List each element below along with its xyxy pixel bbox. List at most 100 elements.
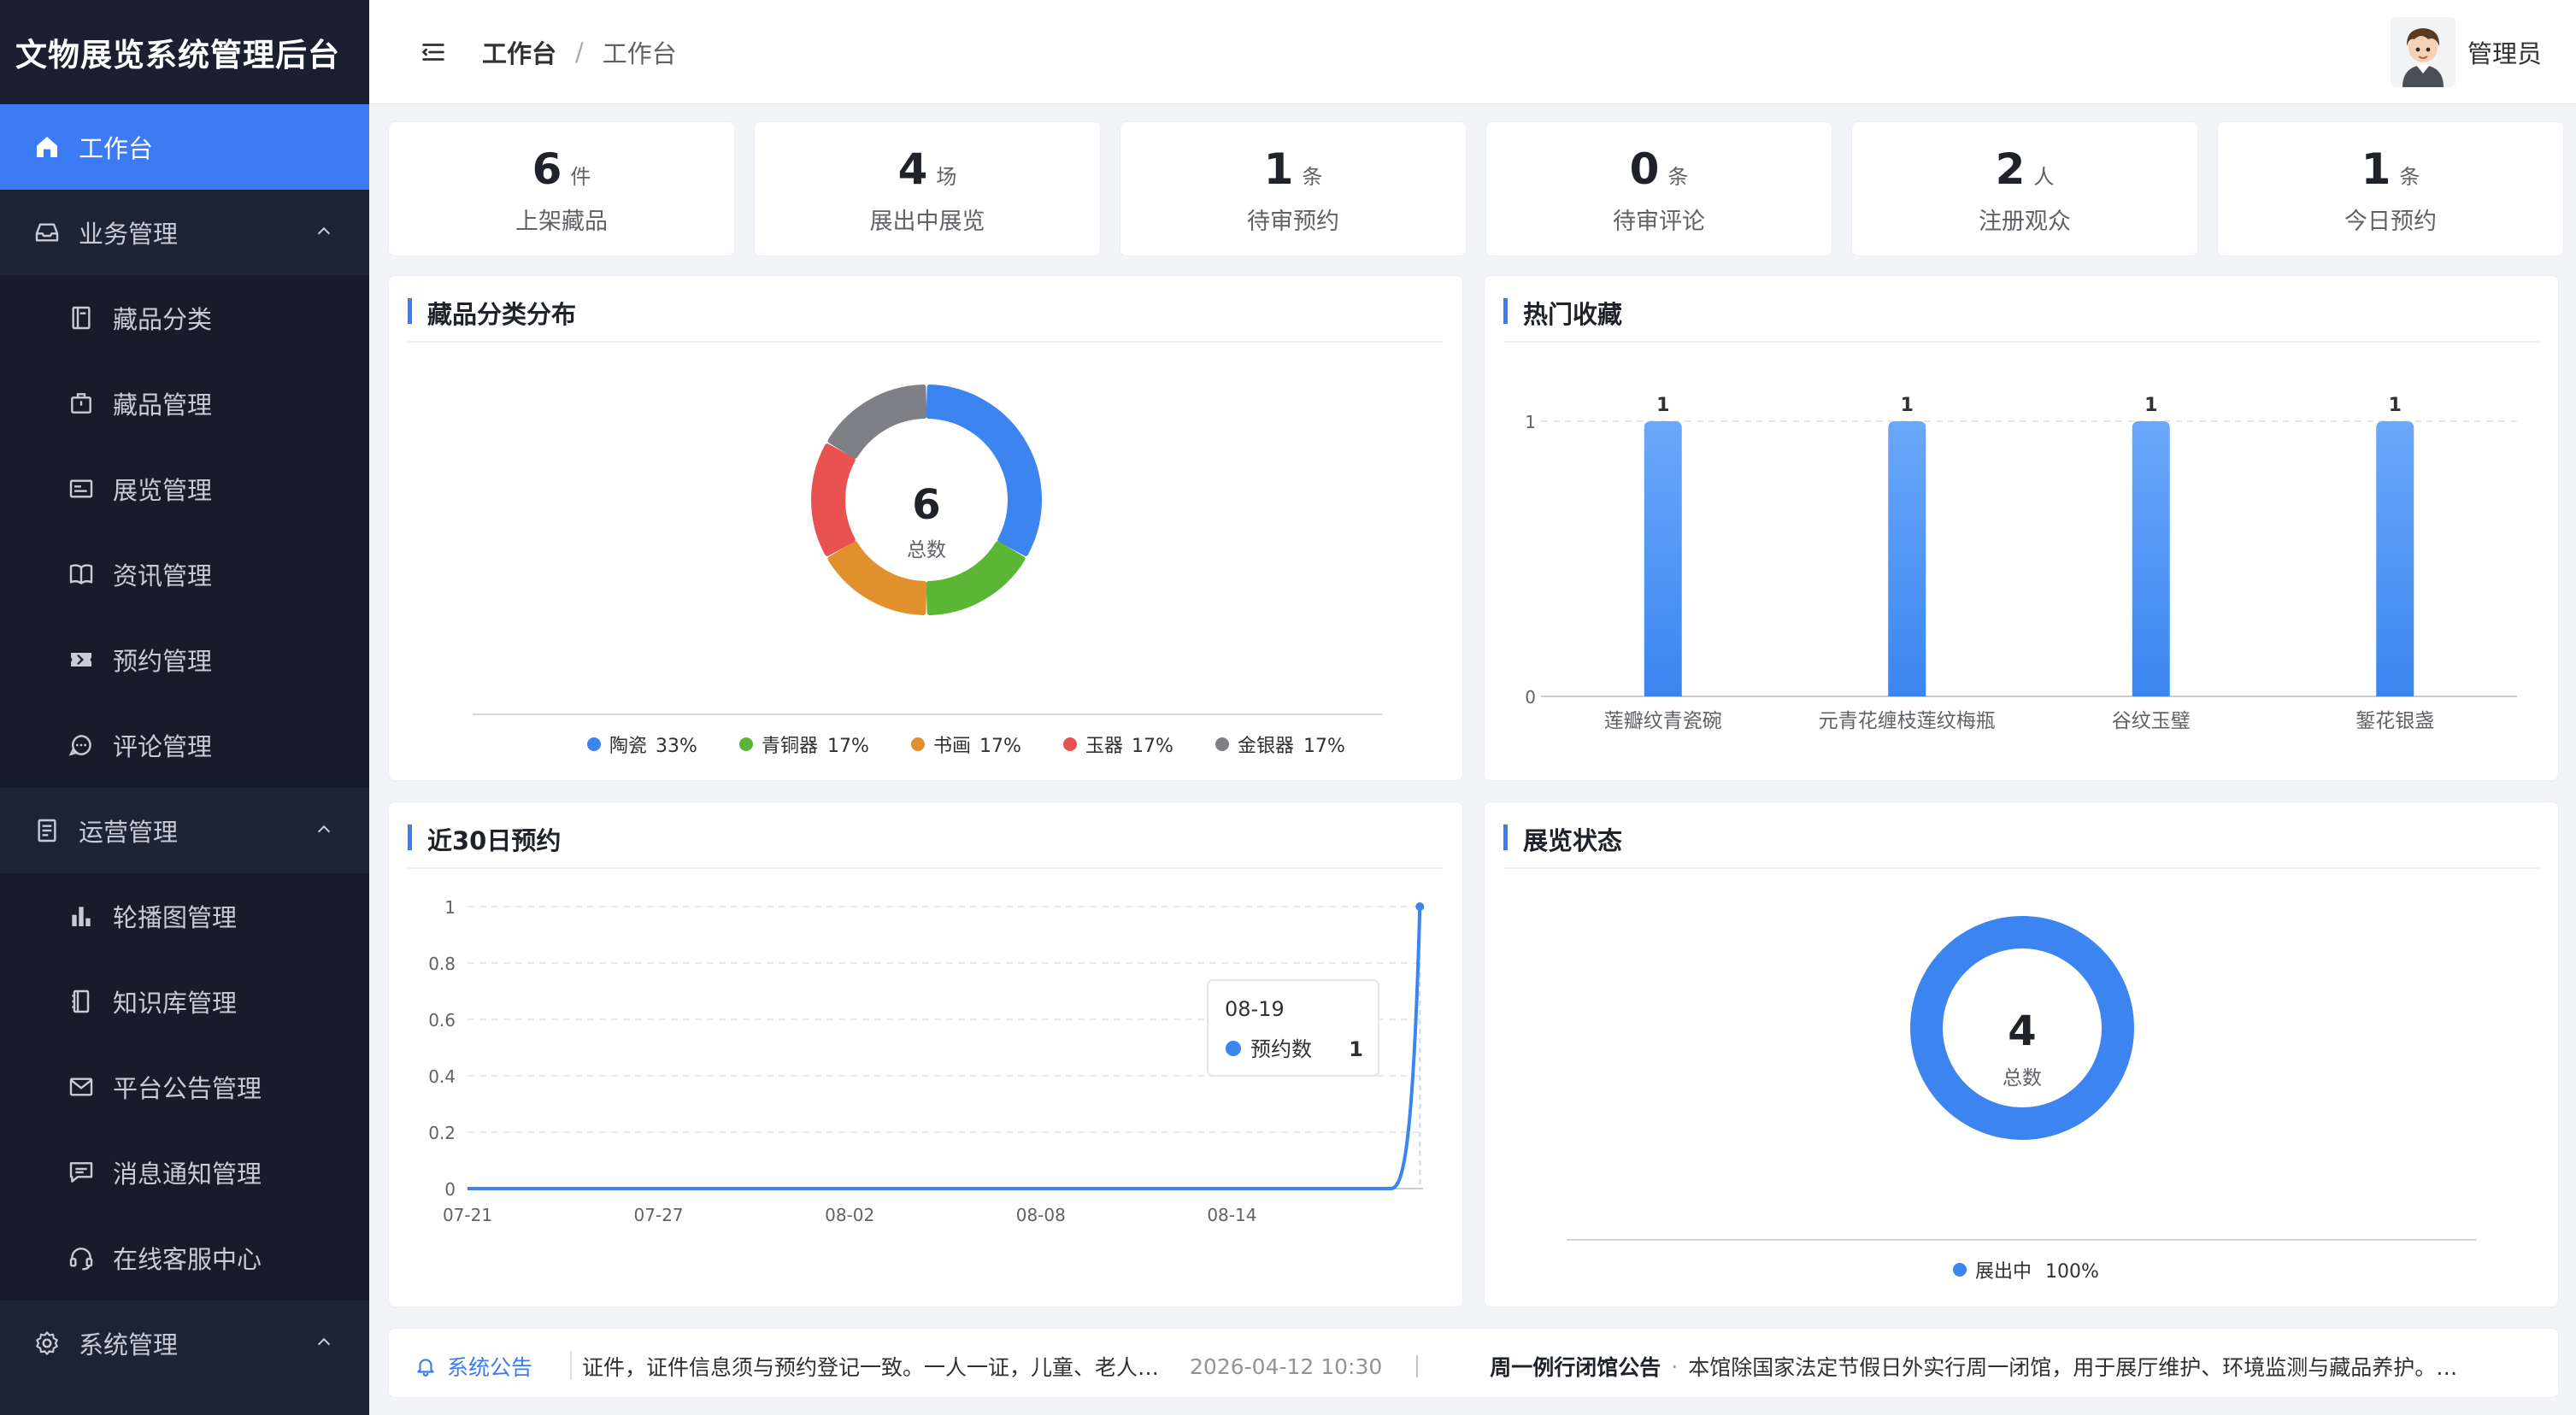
stat-unit: 人: [2033, 165, 2055, 189]
donut-slice: [926, 385, 1042, 556]
notice-divider: [1416, 1355, 1419, 1377]
sidebar-item-10[interactable]: 知识库管理: [0, 959, 369, 1044]
stat-value: 1: [2361, 144, 2391, 194]
histogram-icon: [67, 901, 96, 931]
bar-data-label: 1: [2389, 395, 2402, 416]
stat-value: 1: [1263, 144, 1294, 194]
reservations-line-chart: 0 0.2 0.4 0.6 0.8 1 07-21 07-27 08-02 08-08 08-14 0…: [428, 897, 1425, 1225]
sidebar-item-0[interactable]: 工作台: [0, 104, 369, 190]
chat-icon: [67, 731, 96, 760]
sidebar-item-label: 工作台: [79, 134, 154, 163]
sidebar-item-label: 运营管理: [79, 818, 179, 847]
breadcrumb-separator: /: [575, 37, 584, 67]
stat-card[interactable]: 1 条待审预约: [1120, 121, 1467, 256]
tooltip-box: [1207, 979, 1379, 1077]
notice-text: 证件，证件信息须与预约登记一致。一人一证，儿童、老人…: [582, 1355, 1160, 1380]
breadcrumb-item-home[interactable]: 工作台: [482, 34, 556, 70]
bar: [1888, 421, 1926, 696]
sidebar-item-2[interactable]: 藏品分类: [0, 275, 369, 361]
chevron-up-icon[interactable]: [315, 222, 333, 241]
notice-dot-separator: ·: [1671, 1353, 1679, 1379]
notice-title: 周一例行闭馆公告: [1490, 1355, 1661, 1380]
stat-unit: 条: [1302, 165, 1323, 189]
user-menu[interactable]: 管理员: [2390, 17, 2542, 87]
x-tick-label: 錾花银盏: [2355, 710, 2434, 732]
stat-value: 4: [897, 144, 928, 194]
x-tick-label: 08-02: [825, 1205, 874, 1225]
bar-data-label: 1: [1656, 395, 1669, 416]
sidebar-item-14[interactable]: 系统管理: [0, 1301, 369, 1386]
chevron-up-icon[interactable]: [315, 820, 333, 839]
sidebar-item-label: 平台公告管理: [113, 1074, 262, 1103]
sidebar-item-1[interactable]: 业务管理: [0, 190, 369, 275]
notebook-icon: [67, 303, 96, 332]
stat-card[interactable]: 2 人注册观众: [1851, 121, 2198, 256]
stat-card[interactable]: 1 条今日预约: [2217, 121, 2564, 256]
legend-marker: [1953, 1263, 1967, 1277]
donut-center-label: 总数: [907, 539, 946, 561]
chevron-up-icon[interactable]: [315, 1333, 333, 1352]
legend-percent: 33%: [656, 736, 697, 757]
legend-percent: 17%: [979, 736, 1021, 757]
sidebar-item-8[interactable]: 运营管理: [0, 788, 369, 873]
user-name: 管理员: [2467, 39, 2542, 68]
stat-value: 6: [532, 144, 562, 194]
legend-marker: [1063, 737, 1077, 751]
donut-center-label: 总数: [2003, 1067, 2042, 1089]
stat-card[interactable]: 0 条待审评论: [1485, 121, 1832, 256]
sidebar-item-4[interactable]: 展览管理: [0, 446, 369, 531]
donut-slice: [811, 443, 856, 556]
sidebar-item-5[interactable]: 资讯管理: [0, 531, 369, 617]
legend-label: 书画: [933, 736, 971, 757]
sidebar-item-label: 消息通知管理: [113, 1160, 262, 1189]
notice-time: 2026-04-12 10:30: [1190, 1353, 1383, 1379]
system-notice-bar: 系统公告 证件，证件信息须与预约登记一致。一人一证，儿童、老人… 2026-04…: [388, 1328, 2559, 1398]
sidebar-item-9[interactable]: 轮播图管理: [0, 873, 369, 959]
stat-card[interactable]: 6 件上架藏品: [388, 121, 735, 256]
breadcrumb-item-current: 工作台: [602, 38, 677, 68]
sidebar-item-3[interactable]: 藏品管理: [0, 361, 369, 446]
sidebar-item-label: 轮播图管理: [113, 903, 238, 932]
y-tick-label: 1: [444, 897, 456, 918]
notice-item[interactable]: 周一例行闭馆公告 · 本馆除国家法定节假日外实行周一闭馆，用于展厅维护、环境监测…: [1490, 1351, 2457, 1381]
sidebar: 文物展览系统管理后台 工作台业务管理藏品分类藏品管理 展览管理 资讯管理 预约管理 评论…: [0, 0, 369, 1415]
stat-card[interactable]: 4 场展出中展览: [754, 121, 1101, 256]
menu-fold-icon[interactable]: [419, 38, 448, 67]
y-tick-label: 0: [444, 1179, 456, 1200]
bell-icon: [417, 1359, 434, 1377]
notice-item[interactable]: 证件，证件信息须与预约登记一致。一人一证，儿童、老人… 2026-04-12 1…: [582, 1351, 1483, 1380]
bar: [2376, 421, 2414, 696]
ticket-icon: [67, 645, 96, 674]
stat-unit: 条: [1667, 165, 1689, 189]
y-tick-label: 1: [1525, 412, 1536, 432]
panel-hot-collections: 热门收藏 0 1 1 莲瓣纹青瓷碗 1 元青花缠枝莲纹梅瓶 1 谷纹玉璧 1 錾花银盏: [1484, 275, 2559, 781]
sidebar-item-7[interactable]: 评论管理: [0, 702, 369, 788]
sidebar-item-13[interactable]: 在线客服中心: [0, 1215, 369, 1301]
category-donut-chart: 6 总数陶瓷 33% 青铜器 17% 书画 17% 玉器 17% 金银器 17%: [473, 385, 1382, 757]
stat-label: 展出中展览: [869, 208, 985, 235]
tooltip-date: 08-19: [1225, 997, 1285, 1021]
sidebar-item-12[interactable]: 消息通知管理: [0, 1130, 369, 1215]
headset-icon: [67, 1243, 96, 1272]
x-tick-label: 07-21: [443, 1205, 492, 1225]
home-icon: [32, 132, 62, 161]
top-header: 工作台 / 工作台 管理员: [369, 0, 2576, 104]
donut-center-value: 4: [2008, 1007, 2036, 1055]
bar-data-label: 1: [2144, 395, 2157, 416]
x-tick-label: 08-08: [1016, 1205, 1066, 1225]
stat-label: 今日预约: [2344, 208, 2437, 235]
legend-percent: 17%: [1132, 736, 1173, 757]
sidebar-item-6[interactable]: 预约管理: [0, 617, 369, 702]
legend-marker: [587, 737, 601, 751]
y-tick-label: 0.4: [428, 1066, 456, 1087]
avatar[interactable]: [2390, 17, 2455, 87]
legend-marker: [739, 737, 753, 751]
stat-unit: 件: [570, 165, 591, 189]
sidebar-item-11[interactable]: 平台公告管理: [0, 1044, 369, 1130]
app-title: 文物展览系统管理后台: [0, 0, 369, 104]
panel-recent-reservations: 近30日预约 0 0.2 0.4 0.6 0.8 1 07-21 07-27 08-02 08-0…: [388, 801, 1463, 1307]
legend-marker: [911, 737, 925, 751]
stat-label: 注册观众: [1979, 208, 2071, 235]
sidebar-item-label: 藏品分类: [113, 305, 213, 334]
bar-data-label: 1: [1901, 395, 1914, 416]
